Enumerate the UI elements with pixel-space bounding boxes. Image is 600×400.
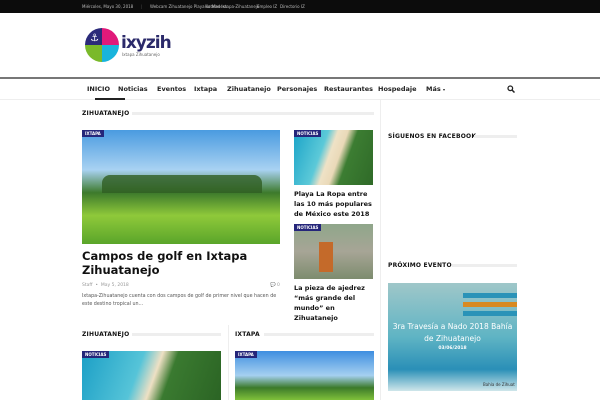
nav-item-mas[interactable]: Más ▾ (426, 85, 445, 93)
chevron-down-icon: ▾ (443, 87, 446, 92)
date-text: Miércoles, Mayo 30, 2018 (82, 4, 134, 9)
nav-item-noticias[interactable]: Noticias (118, 85, 148, 93)
nav-item-hospedaje[interactable]: Hospedaje (378, 85, 417, 93)
event-title: 3ra Travesía a Nado 2018 Bahía de Zihuat… (392, 322, 513, 343)
sidebar-title: PRÓXIMO EVENTO (388, 262, 452, 269)
nav-item-personajes[interactable]: Personajes (277, 85, 317, 93)
main-nav: INICIO Noticias Eventos Ixtapa Zihuatane… (0, 77, 600, 100)
top-bar: Miércoles, Mayo 30, 2018 | Webcam Zihuat… (0, 0, 600, 13)
section-title: IXTAPA (235, 331, 260, 338)
post-image[interactable]: NOTICIAS (294, 224, 373, 279)
topbar-link[interactable]: Empleo IZ (257, 4, 277, 9)
sidebar-title: SÍGUENOS EN FACEBOOK (388, 133, 477, 140)
logo-name: ixyzih (121, 33, 172, 53)
category-badge[interactable]: IXTAPA (235, 351, 257, 358)
event-footer: Bahía de Zihuat (483, 382, 515, 387)
category-badge[interactable]: NOTICIAS (294, 130, 322, 137)
category-badge[interactable]: NOTICIAS (294, 224, 322, 231)
author[interactable]: Staff (82, 283, 92, 288)
topbar-link[interactable]: Hoteles Ixtapa-Zihuatanejo (205, 4, 259, 9)
nav-item-zihuatanejo[interactable]: Zihuatanejo (227, 85, 271, 93)
featured-title[interactable]: Campos de golf en Ixtapa Zihuatanejo (82, 249, 282, 277)
logo-tagline: Ixtapa Zihuatanejo (122, 52, 160, 57)
date: May 5, 2018 (100, 283, 129, 288)
event-date: 03/06/2018 (438, 346, 467, 351)
post-meta: Staff • May 5, 2018 (82, 283, 129, 288)
section-title: ZIHUATANEJO (82, 110, 130, 117)
topbar-link[interactable]: Directorio IZ (280, 4, 305, 9)
featured-image[interactable]: IXTAPA (82, 130, 280, 244)
svg-text:⚓: ⚓ (90, 33, 99, 44)
section-title: ZIHUATANEJO (82, 331, 130, 338)
logo-icon: ⚓ (85, 28, 119, 62)
nav-item-inicio[interactable]: INICIO (87, 85, 110, 93)
post-image[interactable]: NOTICIAS (294, 130, 373, 185)
comment-count[interactable]: 💬 0 (270, 283, 280, 288)
site-logo[interactable]: ⚓ ixyzih Ixtapa Zihuatanejo (84, 27, 172, 65)
featured-excerpt: Ixtapa-Zihuatanejo cuenta con dos campos… (82, 294, 277, 307)
category-badge[interactable]: IXTAPA (82, 130, 104, 137)
nav-item-ixtapa[interactable]: Ixtapa (194, 85, 217, 93)
event-banner[interactable]: 3ra Travesía a Nado 2018 Bahía de Zihuat… (388, 283, 517, 391)
post-image[interactable]: NOTICIAS (82, 351, 221, 400)
search-icon[interactable] (507, 85, 515, 93)
post-title[interactable]: La pieza de ajedrez “más grande del mund… (294, 283, 376, 323)
nav-item-eventos[interactable]: Eventos (157, 85, 186, 93)
category-badge[interactable]: NOTICIAS (82, 351, 110, 358)
nav-item-restaurantes[interactable]: Restaurantes (324, 85, 373, 93)
post-title[interactable]: Playa La Ropa entre las 10 más populares… (294, 189, 374, 219)
post-image[interactable]: IXTAPA (235, 351, 374, 400)
